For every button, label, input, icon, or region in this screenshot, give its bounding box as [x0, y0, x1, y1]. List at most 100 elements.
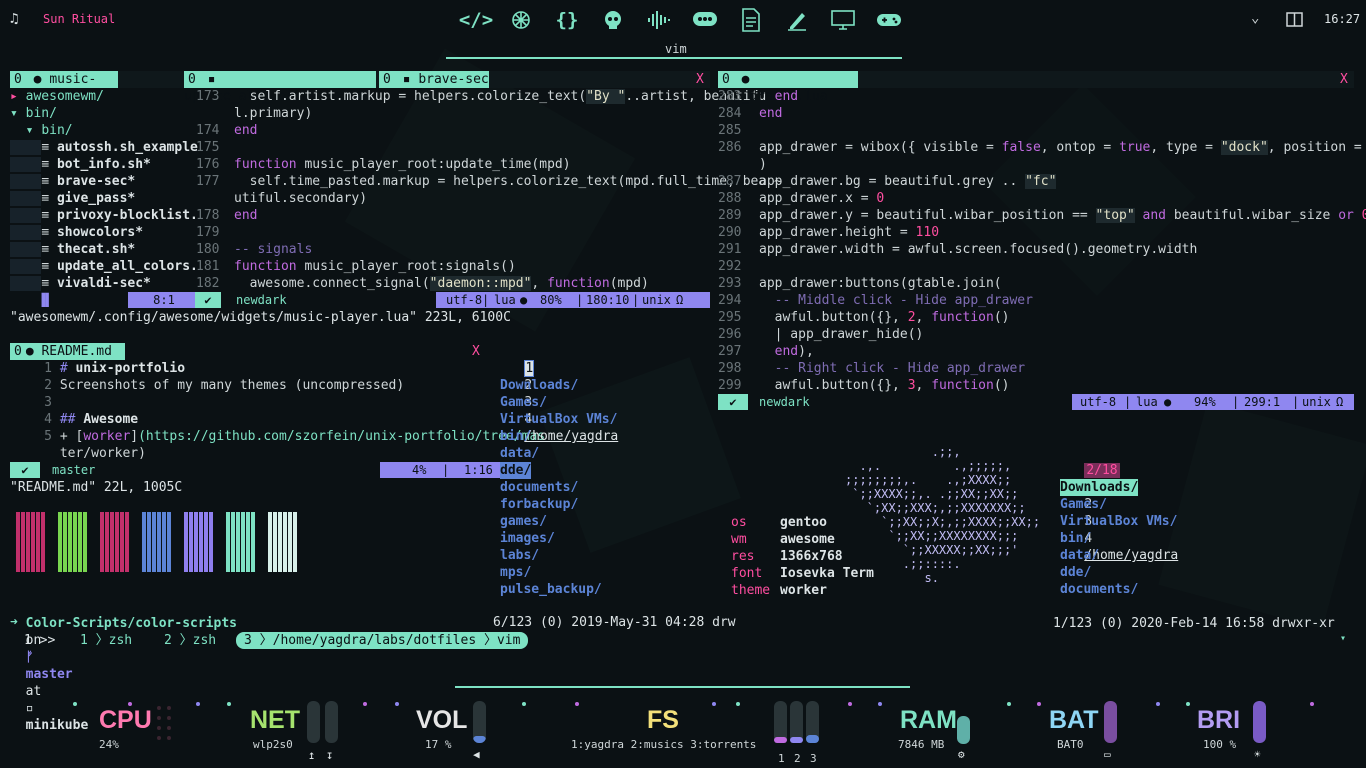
code-line[interactable]: 292: [718, 258, 759, 275]
code-line[interactable]: 284 end: [718, 105, 782, 122]
fetch-value: gentoo: [780, 515, 827, 530]
fm-item[interactable]: images/: [500, 530, 555, 547]
fm-item[interactable]: Downloads/: [1060, 479, 1139, 496]
code-line[interactable]: 285: [718, 122, 759, 139]
tree-file[interactable]: ≡ vivaldi-sec*: [10, 275, 151, 292]
code-line[interactable]: 296 | app_drawer_hide(): [718, 326, 923, 343]
tree-dir-bin[interactable]: bin/: [26, 106, 57, 121]
code-line[interactable]: 182 awesome.connect_signal("daemon::mpd"…: [196, 275, 649, 292]
tmux-window-1[interactable]: 1 〉zsh: [80, 632, 132, 649]
fm-item[interactable]: games/: [500, 513, 547, 530]
fm-item[interactable]: Games/: [1060, 496, 1107, 513]
monitor-icon[interactable]: [829, 6, 857, 34]
lua-icon: ●: [33, 72, 42, 87]
waveform-icon[interactable]: [645, 6, 673, 34]
readme-line[interactable]: 3: [10, 394, 60, 411]
tree-file[interactable]: ≡ thecat.sh*: [10, 241, 135, 258]
fm-item[interactable]: VirtualBox VMs/: [500, 411, 617, 428]
code-line[interactable]: 173 self.artist.markup = helpers.coloriz…: [196, 88, 766, 105]
gamepad-icon[interactable]: [875, 6, 903, 34]
fm-item[interactable]: Downloads/: [500, 377, 578, 394]
document-icon[interactable]: [737, 6, 765, 34]
code-line[interactable]: 174 end: [196, 122, 257, 139]
code-line[interactable]: 299 awful.button({}, 3, function(): [718, 377, 1009, 394]
code-line[interactable]: 293 app_drawer:buttons(gtable.join(: [718, 275, 1002, 292]
fm-item[interactable]: dde/: [1060, 564, 1091, 581]
fm-item[interactable]: documents/: [1060, 581, 1138, 598]
tree-file[interactable]: ≡ showcolors*: [10, 224, 143, 241]
prompt-arrow[interactable]: ➜: [10, 615, 18, 630]
tree-dir-bin-sub[interactable]: bin/: [41, 123, 72, 138]
code-line[interactable]: 181 function music_player_root:signals(): [196, 258, 516, 275]
tree-file[interactable]: ≡ autossh.sh_example: [10, 139, 198, 156]
code-line[interactable]: 175: [196, 139, 234, 156]
readme-line[interactable]: ter/worker): [10, 445, 146, 462]
tab-update-all-colors[interactable]: 0 ▪ update_all_colors.sh: [184, 71, 376, 104]
code-line[interactable]: 289 app_drawer.y = beautiful.wibar_positi…: [718, 207, 1366, 224]
fm-item[interactable]: data/: [500, 445, 539, 462]
code-line[interactable]: 177 self.time_pasted.markup = helpers.co…: [196, 173, 782, 190]
tree-file[interactable]: ≡ brave-sec*: [10, 173, 135, 190]
fm-item[interactable]: data/: [1060, 547, 1099, 564]
code-line[interactable]: 288 app_drawer.x = 0: [718, 190, 884, 207]
code-line[interactable]: 290 app_drawer.height = 110: [718, 224, 939, 241]
brightness-gauge[interactable]: [1253, 701, 1266, 743]
code-line[interactable]: 297 end),: [718, 343, 814, 360]
tmux-session[interactable]: 1 >>: [24, 632, 55, 649]
readme-line[interactable]: 2 Screenshots of my many themes (uncompr…: [10, 377, 404, 394]
fm-item[interactable]: labs/: [500, 547, 539, 564]
now-playing-label[interactable]: Sun Ritual: [43, 12, 115, 26]
fm-item[interactable]: bin/: [500, 428, 531, 445]
tree-file[interactable]: ≡ privoxy-blocklist.: [10, 207, 198, 224]
tab-music-player[interactable]: 0 ● music-player.lua: [10, 71, 118, 104]
chevron-down-icon[interactable]: ⌄: [1251, 10, 1259, 26]
code-line[interactable]: 298 -- Right click - Hide app_drawer: [718, 360, 1025, 377]
code-line[interactable]: 180 -- signals: [196, 241, 312, 258]
close-tab-button[interactable]: X: [1340, 71, 1348, 88]
fm-item[interactable]: mps/: [500, 564, 531, 581]
tree-file[interactable]: ≡ update_all_colors.: [10, 258, 198, 275]
fm-item[interactable]: VirtualBox VMs/: [1060, 513, 1177, 530]
code-line[interactable]: 286 app_drawer = wibox({ visible = false,…: [718, 139, 1366, 156]
fm-item[interactable]: forbackup/: [500, 496, 578, 513]
tab-brave-sec[interactable]: 0 ▪ brave-sec: [379, 71, 489, 88]
fm-item[interactable]: dde/: [500, 462, 532, 479]
skull-icon[interactable]: [599, 6, 627, 34]
code-line[interactable]: 178 end: [196, 207, 257, 224]
chat-icon[interactable]: [691, 6, 719, 34]
pen-icon[interactable]: [783, 6, 811, 34]
tree-file[interactable]: ≡ bot_info.sh*: [10, 156, 151, 173]
code-line[interactable]: ): [718, 156, 767, 173]
fm-item[interactable]: pulse_backup/: [500, 581, 602, 598]
code-line[interactable]: 179: [196, 224, 234, 241]
code-line[interactable]: 291 app_drawer.width = awful.screen.focus…: [718, 241, 1197, 258]
readme-line[interactable]: 5 + [worker](https://github.com/szorfein…: [10, 428, 545, 445]
braces-icon[interactable]: {}: [553, 6, 581, 34]
tmux-window-active[interactable]: 3 〉/home/yagdra/labs/dotfiles 〉vim: [236, 632, 529, 649]
code-line[interactable]: 294 -- Middle click - Hide app_drawer: [718, 292, 1033, 309]
fm-tab-1[interactable]: 1: [524, 360, 535, 377]
code-line[interactable]: 283 end: [718, 88, 798, 105]
fm-item[interactable]: bin/: [1060, 530, 1091, 547]
fm-item[interactable]: documents/: [500, 479, 578, 496]
code-line[interactable]: utiful.secondary): [196, 190, 367, 207]
fm-item[interactable]: Games/: [500, 394, 547, 411]
code-line[interactable]: 176 function music_player_root:update_tim…: [196, 156, 571, 173]
close-tab-button[interactable]: X: [472, 343, 480, 360]
tree-file[interactable]: ≡ give_pass*: [10, 190, 135, 207]
readme-line[interactable]: 4 ## Awesome: [10, 411, 138, 428]
tree-root[interactable]: awesomewm/: [26, 89, 104, 104]
tab-readme[interactable]: 0 ● README.md: [10, 343, 125, 360]
volume-gauge[interactable]: [473, 701, 486, 743]
readme-line[interactable]: 1 # unix-portfolio: [10, 360, 185, 377]
code-line[interactable]: 287 app_drawer.bg = beautiful.grey .. "fc…: [718, 173, 1057, 190]
web-icon[interactable]: [507, 6, 535, 34]
code-line[interactable]: l.primary): [196, 105, 312, 122]
music-note-icon[interactable]: ♫: [10, 11, 18, 27]
code-line[interactable]: 295 awful.button({}, 2, function(): [718, 309, 1009, 326]
layout-icon[interactable]: [1286, 12, 1303, 31]
close-tab-button[interactable]: X: [696, 71, 704, 88]
code-icon[interactable]: </>: [459, 6, 493, 34]
tmux-window-2[interactable]: 2 〉zsh: [164, 632, 216, 649]
tab-app-drawer[interactable]: 0 ● app_drawer.lua: [718, 71, 858, 104]
